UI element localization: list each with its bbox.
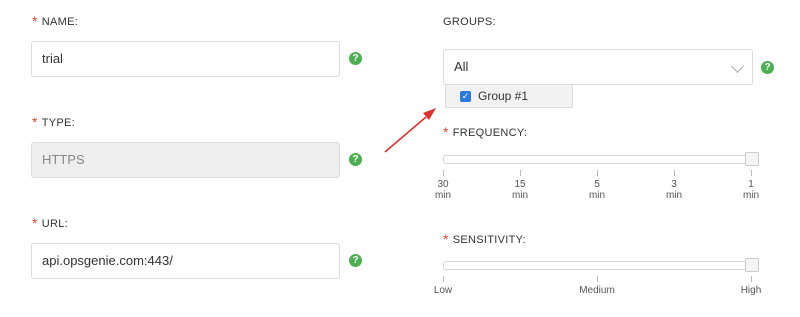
required-marker: * xyxy=(443,231,449,247)
annotation-arrow-line xyxy=(384,116,427,153)
groups-select[interactable]: All xyxy=(443,49,753,85)
frequency-tick-value: 15 xyxy=(514,179,526,190)
sensitivity-slider-handle[interactable] xyxy=(745,258,759,272)
frequency-slider-handle[interactable] xyxy=(745,152,759,166)
frequency-tick-unit: min xyxy=(588,190,606,201)
groups-dropdown-option-label: Group #1 xyxy=(478,89,529,103)
frequency-tick-mark xyxy=(751,170,752,176)
frequency-tick-unit: min xyxy=(742,190,760,201)
required-marker: * xyxy=(32,114,38,130)
frequency-tick-value: 30 xyxy=(437,179,449,190)
url-input[interactable]: api.opsgenie.com:443/ xyxy=(31,243,340,279)
type-input-value: HTTPS xyxy=(42,152,85,167)
sensitivity-tick-mark xyxy=(751,276,752,282)
frequency-slider-track[interactable] xyxy=(443,155,758,164)
frequency-tick-unit: min xyxy=(511,190,529,201)
chevron-down-icon xyxy=(731,60,744,73)
frequency-tick-unit: min xyxy=(665,190,683,201)
frequency-tick-mark xyxy=(520,170,521,176)
type-label: * TYPE: xyxy=(32,114,76,130)
frequency-tick-value: 1 xyxy=(748,179,754,190)
groups-label: GROUPS: xyxy=(443,16,496,28)
name-help-icon[interactable]: ? xyxy=(349,52,362,65)
groups-select-value: All xyxy=(454,59,469,74)
sensitivity-tick-mark xyxy=(443,276,444,282)
checkbox-checked-icon[interactable]: ✓ xyxy=(460,91,471,102)
required-marker: * xyxy=(443,124,449,140)
sensitivity-slider-track[interactable] xyxy=(443,261,758,270)
required-marker: * xyxy=(32,13,38,29)
frequency-tick-label: 30 min xyxy=(423,179,463,201)
frequency-tick-mark xyxy=(597,170,598,176)
frequency-tick-unit: min xyxy=(434,190,452,201)
frequency-tick-label: 3 min xyxy=(654,179,694,201)
sensitivity-label: * SENSITIVITY: xyxy=(443,231,527,247)
frequency-tick-mark xyxy=(674,170,675,176)
url-help-icon[interactable]: ? xyxy=(349,254,362,267)
frequency-tick-value: 3 xyxy=(671,179,677,190)
frequency-tick-label: 5 min xyxy=(577,179,617,201)
type-input: HTTPS xyxy=(31,142,340,178)
required-marker: * xyxy=(32,215,38,231)
groups-help-icon[interactable]: ? xyxy=(761,61,774,74)
name-input-value: trial xyxy=(42,51,63,66)
sensitivity-tick-label: Low xyxy=(433,285,453,296)
frequency-label: * FREQUENCY: xyxy=(443,124,528,140)
frequency-tick-label: 1 min xyxy=(731,179,771,201)
groups-dropdown-option[interactable]: ✓ Group #1 xyxy=(445,84,573,108)
frequency-tick-mark xyxy=(443,170,444,176)
name-label: * NAME: xyxy=(32,13,79,29)
url-input-value: api.opsgenie.com:443/ xyxy=(42,253,173,268)
frequency-tick-value: 5 xyxy=(594,179,600,190)
sensitivity-tick-label: High xyxy=(740,285,762,296)
type-help-icon[interactable]: ? xyxy=(349,153,362,166)
sensitivity-tick-label: Medium xyxy=(579,285,615,296)
annotation-arrow-head xyxy=(423,108,436,120)
name-input[interactable]: trial xyxy=(31,41,340,77)
url-label: * URL: xyxy=(32,215,69,231)
frequency-tick-label: 15 min xyxy=(500,179,540,201)
sensitivity-tick-mark xyxy=(597,276,598,282)
